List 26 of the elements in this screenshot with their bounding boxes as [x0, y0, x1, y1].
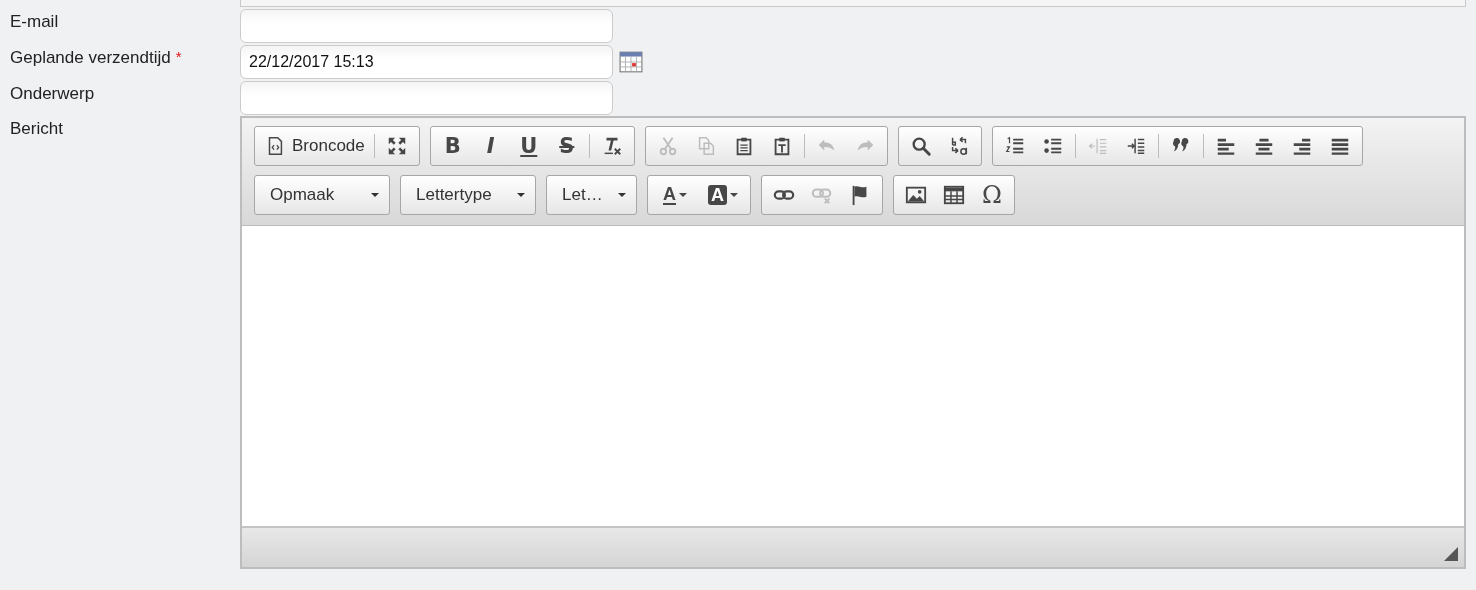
required-mark: * [175, 48, 182, 65]
caret-icon [517, 193, 525, 197]
table-icon[interactable] [943, 184, 965, 206]
underline-button[interactable]: U [509, 130, 548, 162]
background-color-button[interactable]: A [699, 179, 747, 211]
input-field[interactable]: 22/12/2017 15:13 [240, 45, 613, 79]
text-color-button[interactable]: A [651, 179, 699, 211]
caret-icon [679, 193, 687, 197]
field-label: Geplande verzendtijd [10, 48, 171, 68]
input-field[interactable] [240, 9, 613, 43]
strikethrough-button[interactable]: S [547, 130, 586, 162]
caret-icon [730, 193, 738, 197]
image-icon[interactable] [905, 184, 927, 206]
caret-icon [371, 193, 379, 197]
field-label: Bericht [10, 119, 63, 139]
dropdown[interactable]: Opmaak [254, 175, 390, 215]
field-label: Onderwerp [10, 84, 95, 104]
italic-button[interactable]: I [471, 130, 510, 162]
resize-handle-icon[interactable] [1444, 547, 1458, 561]
calendar-icon[interactable] [619, 50, 643, 74]
bold-button[interactable]: B [433, 130, 472, 162]
caret-icon [618, 193, 626, 197]
dropdown[interactable]: Let… [546, 175, 637, 215]
dropdown[interactable]: Lettertype [400, 175, 536, 215]
input-field[interactable] [240, 81, 613, 115]
field-label: E-mail [10, 12, 59, 32]
